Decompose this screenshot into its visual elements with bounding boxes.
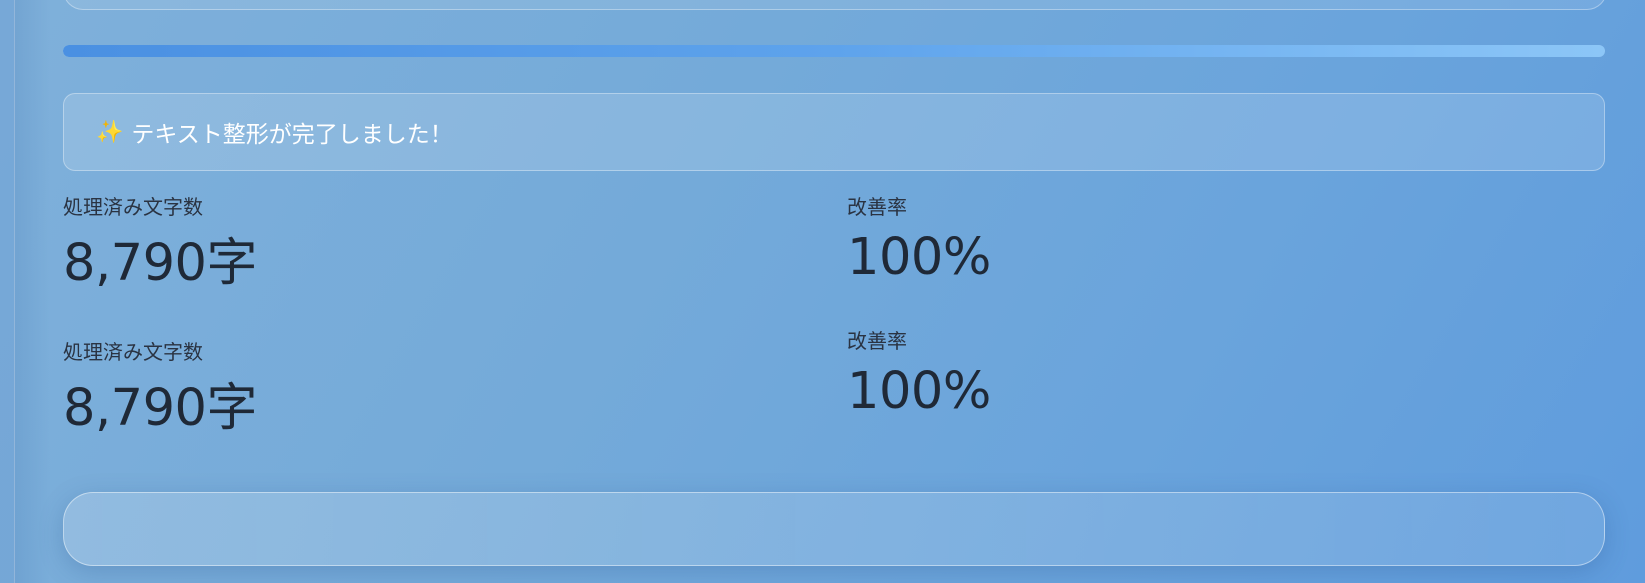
metric-label: 処理済み文字数 xyxy=(63,340,203,364)
sparkles-icon: ✨ xyxy=(96,119,124,145)
progress-bar xyxy=(63,45,1605,57)
metric-label: 改善率 xyxy=(847,329,907,353)
metric-improvement-rate: 改善率 100% xyxy=(847,191,991,283)
result-card xyxy=(63,492,1605,566)
left-panel-edge xyxy=(0,0,15,583)
metric-improvement-rate: 改善率 100% xyxy=(847,325,991,417)
side-shadow xyxy=(14,0,50,583)
success-alert: ✨ テキスト整形が完了しました！ xyxy=(63,93,1605,171)
previous-card xyxy=(63,0,1607,10)
metric-processed-chars: 処理済み文字数 8,790字 xyxy=(63,336,258,438)
progress-bar-fill xyxy=(63,45,1605,57)
metric-processed-chars: 処理済み文字数 8,790字 xyxy=(63,191,258,293)
metric-label: 処理済み文字数 xyxy=(63,195,203,219)
metric-value: 8,790字 xyxy=(63,234,258,293)
metric-value: 8,790字 xyxy=(63,379,258,438)
metric-value: 100% xyxy=(847,228,991,287)
success-message: テキスト整形が完了しました！ xyxy=(131,122,453,148)
metric-value: 100% xyxy=(847,362,991,421)
metric-label: 改善率 xyxy=(847,195,907,219)
